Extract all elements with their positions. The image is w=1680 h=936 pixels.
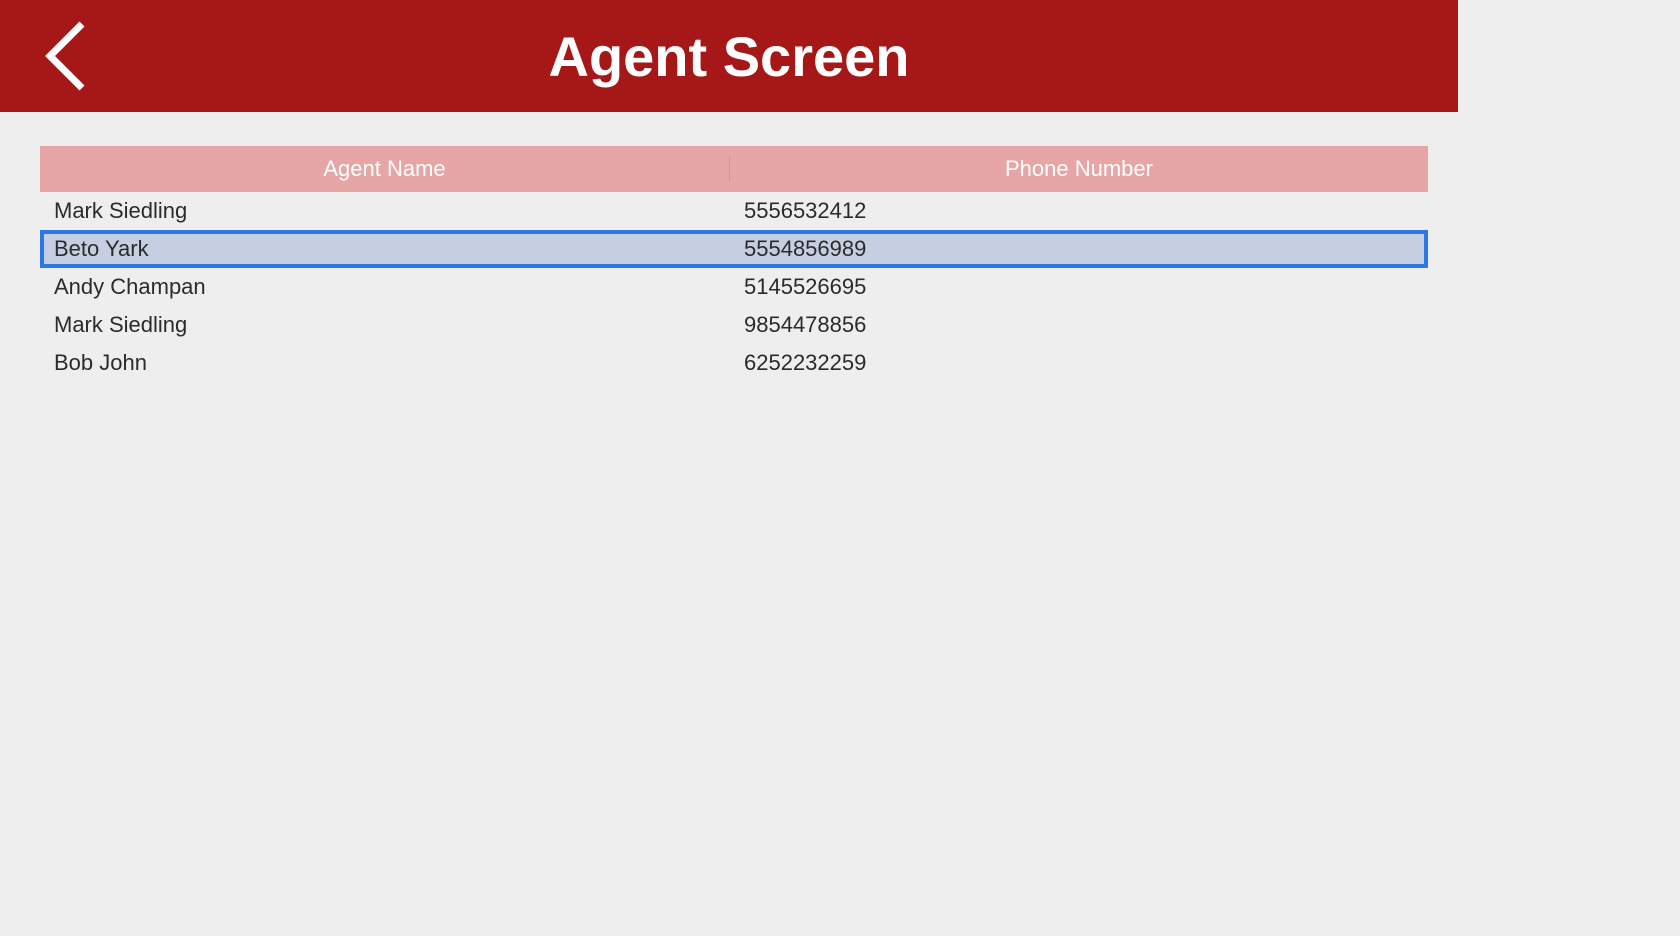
agent-phone-cell: 5145526695 [734,274,1424,300]
agent-phone-cell: 5554856989 [734,236,1424,262]
chevron-left-icon [44,20,88,92]
table-row[interactable]: Beto Yark5554856989 [40,230,1428,268]
table-row[interactable]: Bob John6252232259 [40,344,1428,382]
back-button[interactable] [36,20,96,92]
table-header: Agent Name Phone Number [40,146,1428,192]
agent-phone-cell: 5556532412 [734,198,1424,224]
content: Agent Name Phone Number Mark Siedling555… [0,112,1458,382]
agent-phone-cell: 6252232259 [734,350,1424,376]
column-header-name: Agent Name [40,156,730,182]
table-row[interactable]: Mark Siedling5556532412 [40,192,1428,230]
table-row[interactable]: Andy Champan5145526695 [40,268,1428,306]
table-body: Mark Siedling5556532412Beto Yark55548569… [40,192,1428,382]
header-title: Agent Screen [0,24,1458,89]
agent-phone-cell: 9854478856 [734,312,1424,338]
agent-name-cell: Mark Siedling [44,312,734,338]
agent-name-cell: Bob John [44,350,734,376]
agent-name-cell: Andy Champan [44,274,734,300]
agent-name-cell: Beto Yark [44,236,734,262]
table-row[interactable]: Mark Siedling9854478856 [40,306,1428,344]
header: Agent Screen [0,0,1458,112]
column-header-phone: Phone Number [730,156,1428,182]
agent-name-cell: Mark Siedling [44,198,734,224]
